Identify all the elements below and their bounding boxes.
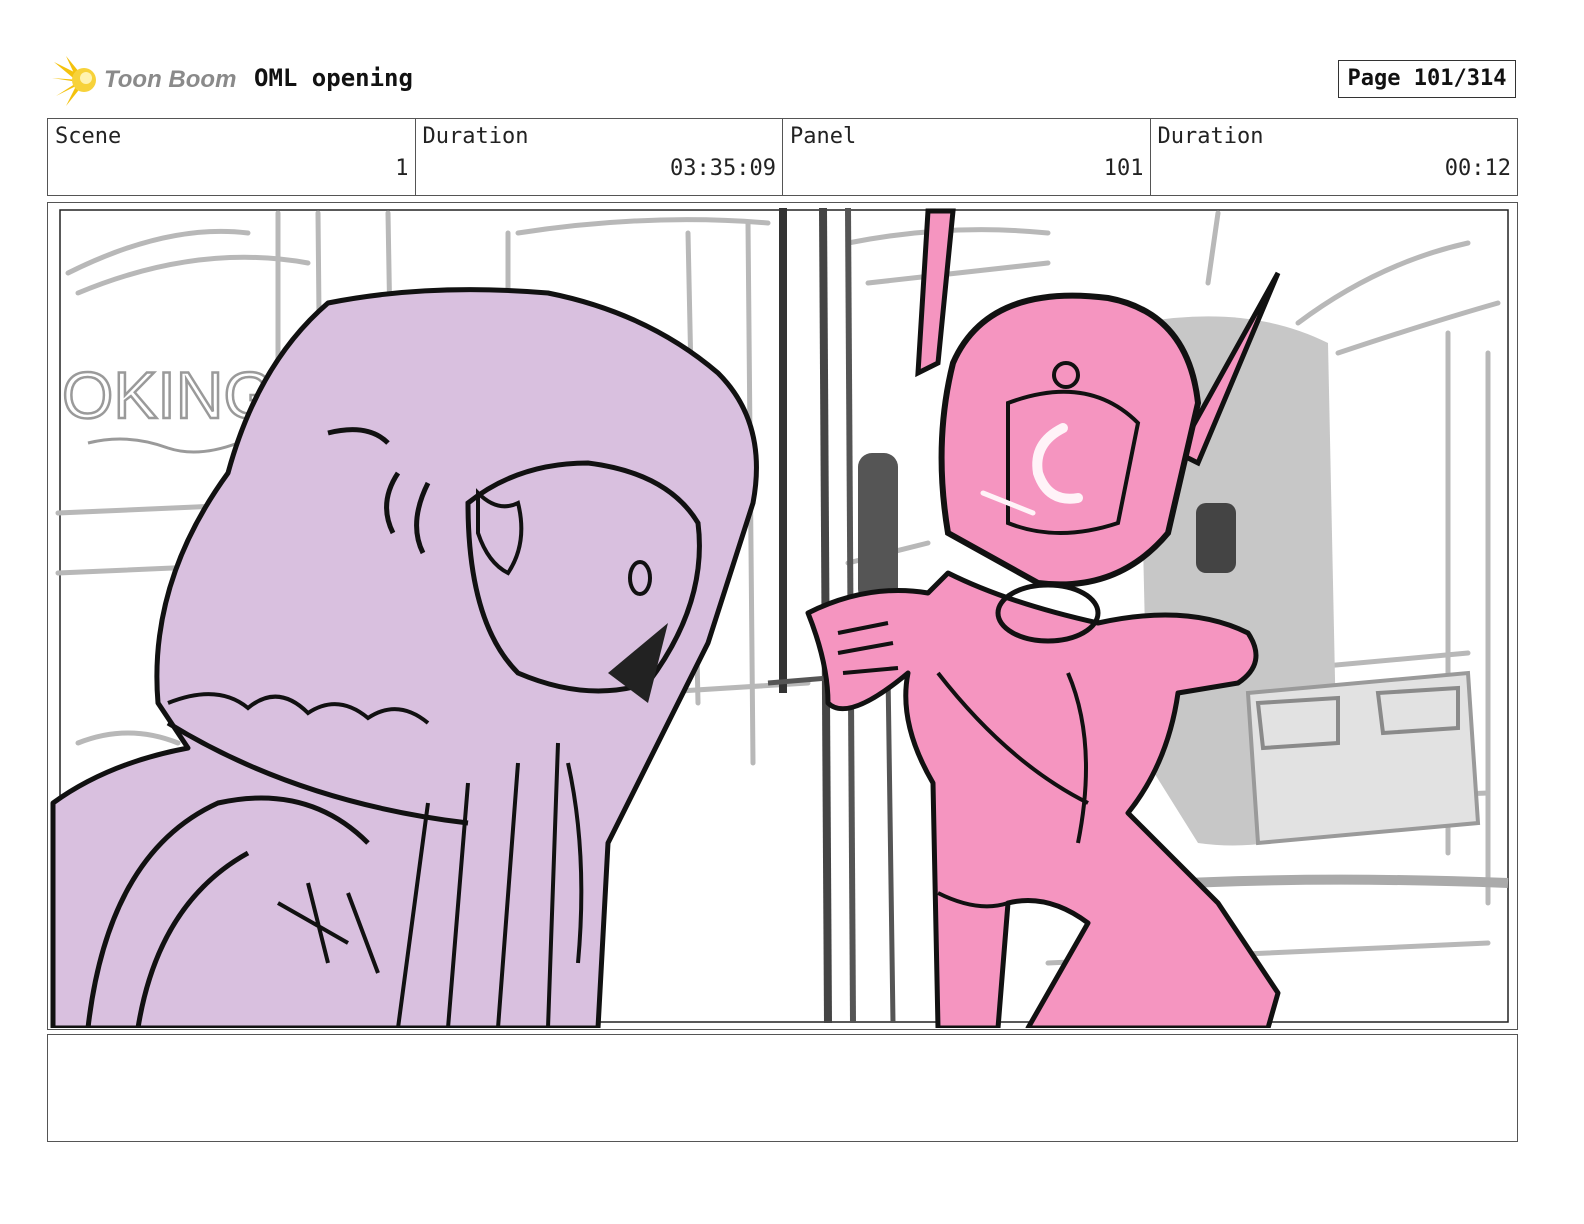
scene-label: Scene xyxy=(55,124,122,149)
logo-text: Toon Boom xyxy=(104,66,237,93)
panel-value: 101 xyxy=(1103,156,1144,181)
scene-value: 1 xyxy=(395,156,409,181)
panel-duration-cell: Duration 00:12 xyxy=(1151,119,1518,195)
storyboard-panel: OKING xyxy=(47,202,1518,1030)
project-title: OML opening xyxy=(254,64,413,92)
scene-duration-label: Duration xyxy=(422,124,529,149)
page-indicator: Page 101/314 xyxy=(1338,60,1516,98)
storyboard-sketch: OKING xyxy=(50,207,1509,1028)
notes-area xyxy=(47,1034,1518,1142)
scene-cell: Scene 1 xyxy=(48,119,416,195)
background-sign-text: OKING xyxy=(62,358,275,432)
panel-cell: Panel 101 xyxy=(783,119,1151,195)
scene-duration-cell: Duration 03:35:09 xyxy=(416,119,783,195)
panel-label: Panel xyxy=(790,124,857,149)
sunburst-icon xyxy=(52,56,96,106)
panel-info-row: Scene 1 Duration 03:35:09 Panel 101 Dura… xyxy=(47,118,1518,196)
panel-duration-label: Duration xyxy=(1157,124,1264,149)
toon-boom-logo: Toon Boom xyxy=(52,56,242,108)
panel-duration-value: 00:12 xyxy=(1444,156,1511,181)
scene-duration-value: 03:35:09 xyxy=(670,156,776,181)
